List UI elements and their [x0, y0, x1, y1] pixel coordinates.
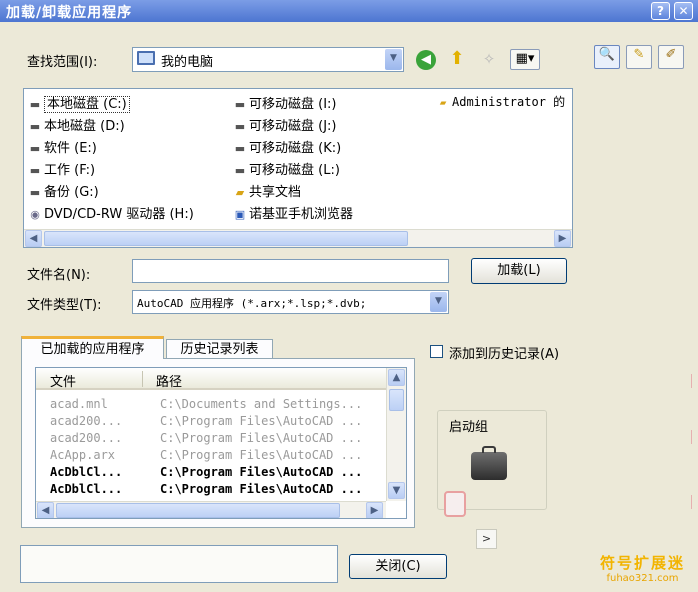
list-item[interactable]: ▬ 可移动磁盘 (J:) — [231, 115, 337, 134]
table-row[interactable]: AcDblCl... C:\Program Files\AutoCAD ... — [36, 481, 386, 498]
help-button[interactable]: ? — [651, 2, 670, 20]
scroll-right-icon[interactable]: ▶ — [366, 502, 383, 518]
list-item[interactable]: ▬ 软件 (E:) — [26, 137, 97, 156]
filename-input[interactable] — [132, 259, 449, 283]
apps-list-hscrollbar[interactable]: ◀ ▶ — [36, 501, 386, 518]
briefcase-icon[interactable] — [471, 446, 507, 480]
chevron-right-icon[interactable]: > — [476, 529, 497, 549]
scroll-left-icon[interactable]: ◀ — [37, 502, 54, 518]
list-item[interactable]: ◉ DVD/CD-RW 驱动器 (H:) — [26, 203, 194, 222]
back-arrow-icon[interactable]: ◀ — [416, 50, 436, 70]
up-folder-icon[interactable]: ⬆ — [446, 48, 468, 70]
apps-list-vscrollbar[interactable]: ▲ ▼ — [386, 368, 406, 501]
edge-mark — [691, 430, 692, 444]
drive-icon: ▬ — [234, 142, 246, 155]
drive-icon: ▬ — [29, 186, 41, 199]
lookin-combo[interactable]: 我的电脑 ▼ — [132, 47, 404, 72]
chevron-down-icon[interactable]: ▼ — [385, 49, 402, 70]
filetype-value: AutoCAD 应用程序 (*.arx;*.lsp;*.dvb; — [137, 297, 367, 310]
tab-loaded-apps[interactable]: 已加载的应用程序 — [21, 336, 164, 359]
table-row[interactable]: AcApp.arx C:\Program Files\AutoCAD ... — [36, 447, 386, 464]
drive-icon: ▬ — [234, 120, 246, 133]
table-row[interactable]: AcDblCl... C:\Program Files\AutoCAD ... — [36, 464, 386, 481]
column-header-path[interactable]: 路径 — [156, 371, 182, 390]
edge-mark — [691, 374, 692, 388]
filename-label: 文件名(N): — [27, 268, 91, 283]
tab-history-list[interactable]: 历史记录列表 — [166, 339, 273, 359]
list-item[interactable]: ▬ 备份 (G:) — [26, 181, 99, 200]
scroll-down-icon[interactable]: ▼ — [388, 482, 405, 499]
list-item[interactable]: ▣ 诺基亚手机浏览器 — [231, 203, 353, 222]
startup-group-label: 启动组 — [447, 416, 491, 435]
scroll-thumb[interactable] — [389, 389, 404, 411]
scroll-up-icon[interactable]: ▲ — [388, 369, 405, 386]
scroll-right-icon[interactable]: ▶ — [554, 230, 571, 247]
list-item[interactable]: ▬ 本地磁盘 (C:) — [26, 93, 130, 113]
dvd-icon: ◉ — [30, 208, 40, 221]
list-item[interactable]: ▬ 可移动磁盘 (I:) — [231, 93, 337, 112]
list-item[interactable]: ▰ 共享文档 — [231, 181, 301, 200]
column-divider — [142, 371, 143, 387]
list-item[interactable]: ▬ 本地磁盘 (D:) — [26, 115, 125, 134]
status-box — [20, 545, 338, 583]
my-computer-icon — [137, 51, 155, 65]
table-row[interactable]: acad200... C:\Program Files\AutoCAD ... — [36, 430, 386, 447]
folder-icon: ▰ — [439, 96, 447, 109]
chevron-down-icon[interactable]: ▼ — [430, 292, 447, 312]
load-button[interactable]: 加载(L) — [471, 258, 567, 284]
scroll-thumb[interactable] — [44, 231, 408, 246]
add-history-checkbox[interactable] — [430, 345, 443, 358]
watermark-url: fuhao321.com — [606, 573, 679, 584]
title-bar: 加载/卸载应用程序 ? ✕ — [0, 0, 698, 22]
apps-list[interactable]: 文件 路径 acad.mnl C:\Documents and Settings.… — [35, 367, 407, 519]
file-list[interactable]: ▬ 本地磁盘 (C:) ▬ 本地磁盘 (D:) ▬ 软件 (E:) ▬ 工作 (F:) … — [23, 88, 573, 248]
watermark-title: 符号扩展迷 — [600, 554, 686, 572]
folder-icon: ▰ — [235, 186, 245, 199]
mark-icon[interactable]: ✎ — [626, 45, 652, 69]
edge-mark — [691, 495, 692, 509]
list-item[interactable]: ▰ Administrator 的 — [434, 93, 565, 111]
drive-icon: ▬ — [29, 120, 41, 133]
drive-icon: ▬ — [29, 142, 41, 155]
filetype-combo[interactable]: AutoCAD 应用程序 (*.arx;*.lsp;*.dvb; ▼ — [132, 290, 449, 314]
table-row[interactable]: acad200... C:\Program Files\AutoCAD ... — [36, 413, 386, 430]
scroll-left-icon[interactable]: ◀ — [25, 230, 42, 247]
drive-icon: ▬ — [29, 98, 41, 111]
table-row[interactable]: acad.mnl C:\Documents and Settings... — [36, 396, 386, 413]
list-item[interactable]: ▬ 可移动磁盘 (K:) — [231, 137, 341, 156]
column-header-file[interactable]: 文件 — [50, 371, 76, 390]
drive-icon: ▬ — [234, 98, 246, 111]
window-title: 加载/卸载应用程序 — [6, 5, 133, 21]
drive-icon: ▬ — [29, 164, 41, 177]
views-menu-icon[interactable]: ▦▾ — [510, 49, 540, 70]
contents-button[interactable] — [444, 491, 466, 517]
scroll-thumb[interactable] — [56, 503, 340, 518]
search-icon[interactable]: 🔍 — [594, 45, 620, 69]
app-icon: ▣ — [234, 208, 246, 221]
new-folder-icon[interactable]: ✧ — [478, 48, 500, 70]
drive-icon: ▬ — [234, 164, 246, 177]
apps-list-header: 文件 路径 — [36, 368, 386, 390]
close-button[interactable]: 关闭(C) — [349, 554, 447, 579]
lookin-label: 查找范围(I): — [27, 55, 98, 70]
close-window-button[interactable]: ✕ — [674, 2, 693, 20]
edit-icon[interactable]: ✐ — [658, 45, 684, 69]
file-list-scrollbar[interactable]: ◀ ▶ — [24, 229, 572, 247]
add-history-label: 添加到历史记录(A) — [449, 347, 560, 362]
list-item[interactable]: ▬ 可移动磁盘 (L:) — [231, 159, 340, 178]
filetype-label: 文件类型(T): — [27, 298, 102, 313]
watermark: 符号扩展迷 fuhao321.com — [600, 552, 685, 584]
lookin-value: 我的电脑 — [161, 55, 214, 70]
list-item[interactable]: ▬ 工作 (F:) — [26, 159, 95, 178]
